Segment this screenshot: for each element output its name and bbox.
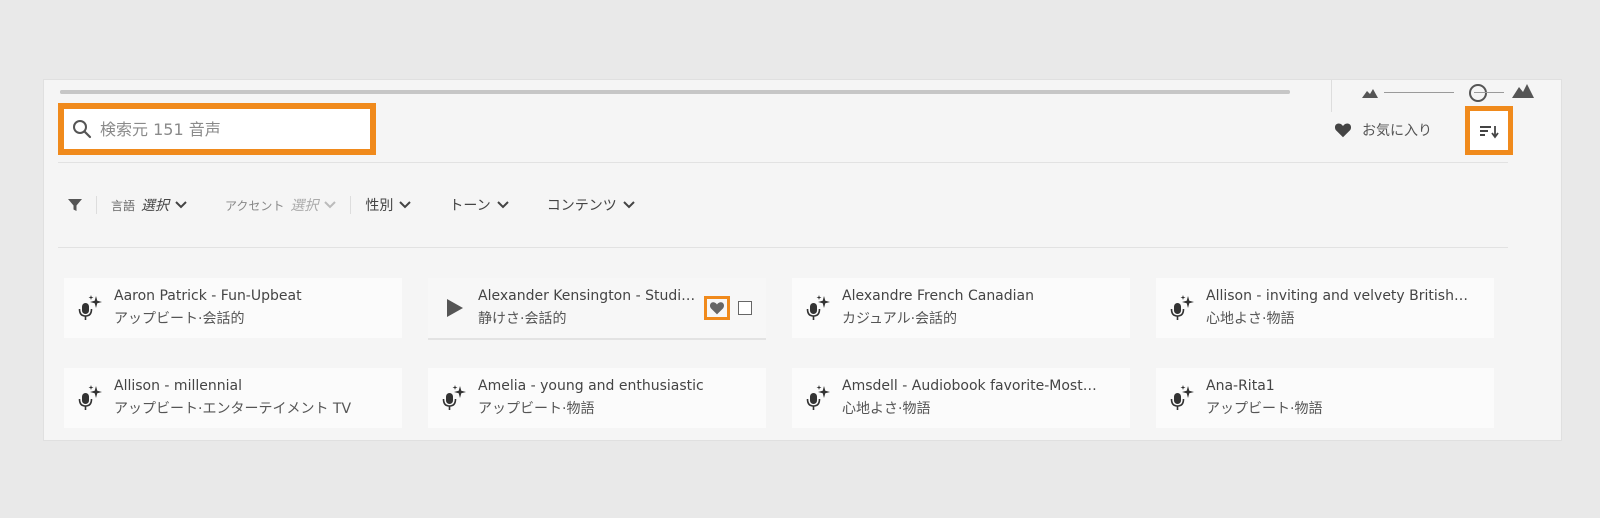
voice-card[interactable]: Ana-Rita1 アップビート·物語 bbox=[1156, 368, 1494, 428]
favorites-toggle[interactable]: お気に入り bbox=[1334, 120, 1432, 140]
voice-card[interactable]: Allison - millennial アップビート·エンターテイメント TV bbox=[64, 368, 402, 428]
language-filter[interactable]: 言語 選択 bbox=[111, 195, 187, 215]
voice-library-panel: お気に入り 言語 選択 アクセント 選択 性別 bbox=[43, 79, 1562, 441]
content-filter[interactable]: コンテンツ bbox=[547, 195, 635, 215]
heart-icon bbox=[1334, 123, 1352, 138]
voice-name: Allison - millennial bbox=[114, 378, 242, 394]
voice-card[interactable]: Alexander Kensington - Studio… 静けさ·会話的 bbox=[428, 278, 766, 338]
ai-voice-mic-icon bbox=[76, 293, 106, 323]
voice-tags: 心地よさ·物語 bbox=[1206, 311, 1295, 327]
language-filter-value: 選択 bbox=[141, 198, 170, 214]
search-input[interactable] bbox=[100, 119, 340, 139]
ai-voice-mic-icon bbox=[1168, 293, 1198, 323]
voice-name: Ana-Rita1 bbox=[1206, 378, 1275, 394]
divider bbox=[1331, 80, 1332, 112]
filter-icon[interactable] bbox=[68, 198, 82, 212]
tone-filter-label: トーン bbox=[449, 198, 491, 214]
chevron-down-icon bbox=[175, 201, 187, 209]
voice-tags: アップビート·物語 bbox=[478, 401, 595, 417]
divider bbox=[58, 162, 1508, 163]
scroll-progress-bar bbox=[60, 90, 1290, 94]
favorites-label: お気に入り bbox=[1362, 123, 1432, 139]
voice-name: Aaron Patrick - Fun-Upbeat bbox=[114, 288, 302, 304]
voice-card[interactable]: Amelia - young and enthusiastic アップビート·物… bbox=[428, 368, 766, 428]
sort-button[interactable] bbox=[1465, 106, 1513, 155]
voice-name: Amelia - young and enthusiastic bbox=[478, 378, 704, 394]
gender-filter-label: 性別 bbox=[365, 198, 394, 214]
voice-name: Allison - inviting and velvety British… bbox=[1206, 288, 1468, 304]
voice-card[interactable]: Amsdell - Audiobook favorite-Most… 心地よさ·… bbox=[792, 368, 1130, 428]
chevron-down-icon bbox=[497, 201, 509, 209]
content-filter-label: コンテンツ bbox=[546, 198, 617, 214]
divider bbox=[58, 247, 1508, 248]
search-box[interactable] bbox=[58, 103, 376, 155]
voice-tags: アップビート·会話的 bbox=[114, 311, 245, 327]
voice-card[interactable]: Aaron Patrick - Fun-Upbeat アップビート·会話的 bbox=[64, 278, 402, 338]
slider-track-right bbox=[1474, 92, 1504, 93]
chevron-down-icon bbox=[399, 201, 412, 209]
scroll-progress-fill bbox=[60, 90, 1290, 94]
small-mountain-icon bbox=[1362, 89, 1378, 98]
favorite-button[interactable] bbox=[704, 296, 730, 320]
sort-icon bbox=[1480, 125, 1499, 138]
gender-filter[interactable]: 性別 bbox=[365, 195, 412, 215]
voice-name: Amsdell - Audiobook favorite-Most… bbox=[842, 378, 1097, 394]
voice-card[interactable]: Alexandre French Canadian カジュアル·会話的 bbox=[792, 278, 1130, 338]
play-icon[interactable] bbox=[440, 293, 470, 323]
voice-card[interactable]: Allison - inviting and velvety British… … bbox=[1156, 278, 1494, 338]
divider bbox=[96, 196, 97, 214]
select-checkbox[interactable] bbox=[738, 301, 752, 315]
voice-tags: アップビート·エンターテイメント TV bbox=[114, 401, 352, 417]
heart-icon bbox=[709, 302, 725, 315]
ai-voice-mic-icon bbox=[440, 383, 470, 413]
slider-track-left bbox=[1384, 92, 1454, 93]
accent-filter[interactable]: アクセント 選択 bbox=[225, 195, 337, 215]
large-mountain-icon bbox=[1512, 84, 1534, 98]
search-icon bbox=[73, 120, 92, 139]
language-filter-label: 言語 bbox=[111, 198, 136, 213]
card-size-slider[interactable] bbox=[1362, 82, 1534, 102]
voice-tags: カジュアル·会話的 bbox=[842, 311, 958, 327]
ai-voice-mic-icon bbox=[76, 383, 106, 413]
divider bbox=[350, 196, 352, 214]
voice-name: Alexandre French Canadian bbox=[842, 288, 1034, 304]
ai-voice-mic-icon bbox=[1168, 383, 1198, 413]
ai-voice-mic-icon bbox=[804, 383, 834, 413]
ai-voice-mic-icon bbox=[804, 293, 834, 323]
voice-name: Alexander Kensington - Studio… bbox=[478, 288, 700, 304]
voice-tags: 心地よさ·物語 bbox=[842, 401, 931, 417]
chevron-down-icon bbox=[623, 201, 635, 209]
accent-filter-value: 選択 bbox=[290, 198, 319, 214]
tone-filter[interactable]: トーン bbox=[449, 195, 509, 215]
chevron-down-icon bbox=[324, 201, 337, 209]
slider-knob[interactable] bbox=[1468, 84, 1487, 102]
accent-filter-label: アクセント bbox=[225, 198, 285, 213]
filter-bar: 言語 選択 アクセント 選択 性別 トーン コンテンツ bbox=[68, 192, 635, 218]
voice-tags: アップビート·物語 bbox=[1206, 401, 1323, 417]
